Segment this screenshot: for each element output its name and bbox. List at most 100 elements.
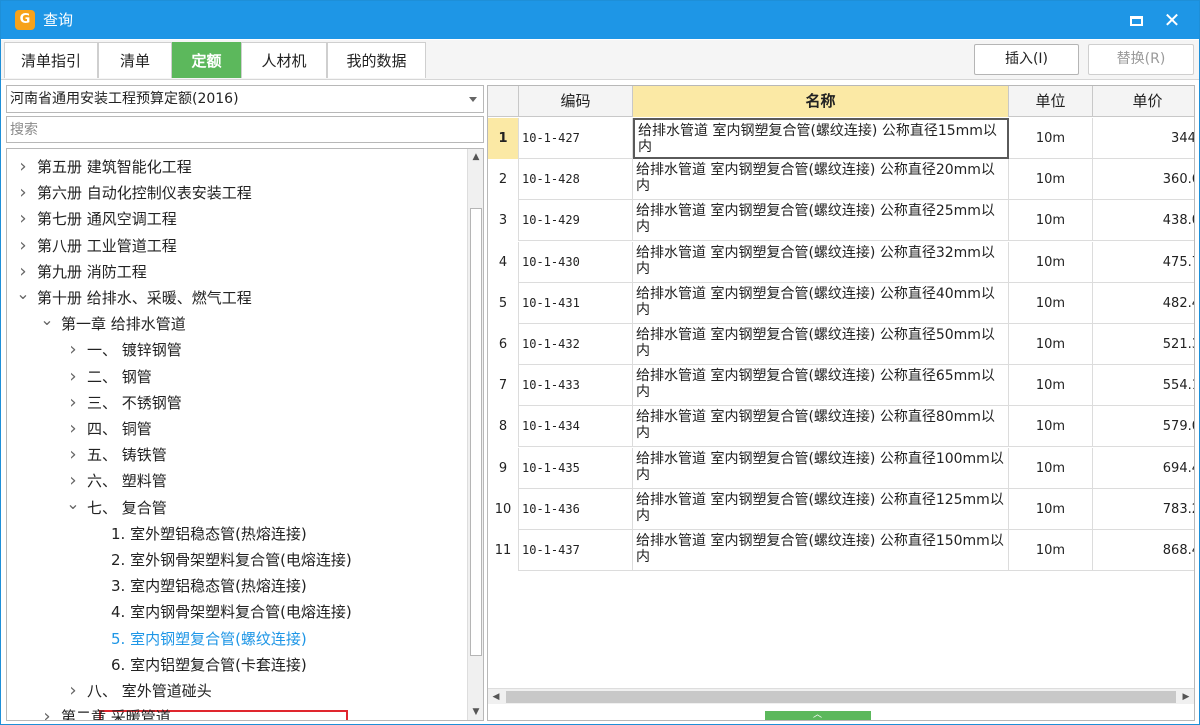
- table-horizontal-scrollbar[interactable]: ◀ ▶: [488, 688, 1194, 704]
- name-cell[interactable]: 给排水管道 室内钢塑复合管(螺纹连接) 公称直径40mm以内: [633, 282, 1009, 324]
- row-number-cell[interactable]: 8: [488, 406, 519, 448]
- scroll-up-icon[interactable]: ▲: [468, 149, 483, 165]
- code-cell[interactable]: 10-1-436: [519, 488, 633, 530]
- price-cell[interactable]: 579.0: [1093, 406, 1194, 447]
- chevron-right-icon[interactable]: ›: [65, 442, 81, 468]
- code-cell[interactable]: 10-1-434: [519, 406, 633, 448]
- header-code[interactable]: 编码: [519, 86, 633, 117]
- row-number-cell[interactable]: 11: [488, 530, 519, 571]
- tree-item[interactable]: › 第九册 消防工程: [15, 259, 146, 285]
- tree-item[interactable]: ›1. 室外塑铝稳态管(热熔连接): [89, 521, 307, 547]
- tree-item[interactable]: › 四、 铜管: [65, 416, 151, 442]
- code-cell[interactable]: 10-1-431: [519, 282, 633, 324]
- code-cell[interactable]: 10-1-428: [519, 159, 633, 201]
- code-cell[interactable]: 10-1-432: [519, 324, 633, 365]
- maximize-button[interactable]: [1127, 11, 1147, 29]
- code-cell[interactable]: 10-1-435: [519, 447, 633, 489]
- tree-item[interactable]: ›3. 室内塑铝稳态管(热熔连接): [89, 573, 307, 599]
- unit-cell[interactable]: 10m: [1009, 159, 1093, 201]
- title-bar[interactable]: G 查询 ✕: [1, 1, 1199, 39]
- tree-item[interactable]: ›5. 室内钢塑复合管(螺纹连接): [89, 626, 307, 652]
- table-row[interactable]: 2 10-1-428 给排水管道 室内钢塑复合管(螺纹连接) 公称直径20mm以内 1…: [488, 159, 1194, 201]
- tab-my-data[interactable]: 我的数据: [327, 42, 426, 78]
- table-row[interactable]: 8 10-1-434 给排水管道 室内钢塑复合管(螺纹连接) 公称直径80mm以内 1…: [488, 406, 1194, 448]
- header-price[interactable]: 单价: [1093, 86, 1194, 117]
- scroll-right-icon[interactable]: ▶: [1178, 689, 1194, 705]
- name-cell[interactable]: 给排水管道 室内钢塑复合管(螺纹连接) 公称直径100mm以内: [633, 447, 1009, 489]
- code-cell[interactable]: 10-1-429: [519, 200, 633, 242]
- unit-cell[interactable]: 10m: [1009, 488, 1093, 530]
- panel-splitter-handle[interactable]: ︿: [765, 711, 871, 720]
- scroll-down-icon[interactable]: ▼: [468, 704, 483, 720]
- header-unit[interactable]: 单位: [1009, 86, 1093, 117]
- price-cell[interactable]: 360.6: [1093, 159, 1194, 200]
- row-number-cell[interactable]: 9: [488, 447, 519, 489]
- tab-labor-material-machine[interactable]: 人材机: [241, 42, 327, 78]
- row-number-cell[interactable]: 1: [488, 118, 519, 159]
- table-row[interactable]: 9 10-1-435 给排水管道 室内钢塑复合管(螺纹连接) 公称直径100mm以内…: [488, 447, 1194, 489]
- row-number-cell[interactable]: 6: [488, 324, 519, 365]
- price-cell[interactable]: 783.2: [1093, 489, 1194, 530]
- chevron-right-icon[interactable]: ›: [39, 704, 55, 720]
- tree-item[interactable]: › 三、 不锈钢管: [65, 390, 181, 416]
- quota-library-select[interactable]: 河南省通用安装工程预算定额(2016): [6, 85, 484, 113]
- tab-quota[interactable]: 定额: [172, 42, 241, 78]
- insert-button[interactable]: 插入(I): [974, 44, 1079, 75]
- code-cell[interactable]: 10-1-427: [519, 118, 633, 159]
- code-cell[interactable]: 10-1-437: [519, 530, 633, 571]
- price-cell[interactable]: 482.4: [1093, 283, 1194, 324]
- row-number-cell[interactable]: 5: [488, 282, 519, 324]
- scrollbar-thumb[interactable]: [506, 691, 1176, 703]
- chevron-down-icon[interactable]: ⌄: [15, 281, 31, 307]
- unit-cell[interactable]: 10m: [1009, 241, 1093, 283]
- unit-cell[interactable]: 10m: [1009, 118, 1093, 159]
- tree-item[interactable]: › 八、 室外管道碰头: [65, 678, 211, 704]
- tree-item[interactable]: › 五、 铸铁管: [65, 442, 166, 468]
- unit-cell[interactable]: 10m: [1009, 406, 1093, 448]
- name-cell[interactable]: 给排水管道 室内钢塑复合管(螺纹连接) 公称直径80mm以内: [633, 406, 1009, 448]
- price-cell[interactable]: 868.4: [1093, 530, 1194, 571]
- chevron-down-icon[interactable]: ⌄: [39, 307, 55, 333]
- scrollbar-thumb[interactable]: [470, 208, 482, 656]
- tree-item[interactable]: › 第二章 采暖管道: [39, 704, 170, 720]
- replace-button[interactable]: 替换(R): [1088, 44, 1194, 75]
- row-number-cell[interactable]: 4: [488, 241, 519, 283]
- tree-item[interactable]: › 二、 钢管: [65, 364, 151, 390]
- row-number-cell[interactable]: 7: [488, 365, 519, 407]
- table-row[interactable]: 7 10-1-433 给排水管道 室内钢塑复合管(螺纹连接) 公称直径65mm以内 1…: [488, 365, 1194, 407]
- scroll-left-icon[interactable]: ◀: [488, 689, 504, 705]
- row-number-cell[interactable]: 3: [488, 200, 519, 242]
- chevron-right-icon[interactable]: ›: [65, 416, 81, 442]
- code-cell[interactable]: 10-1-430: [519, 241, 633, 283]
- name-cell[interactable]: 给排水管道 室内钢塑复合管(螺纹连接) 公称直径65mm以内: [633, 365, 1009, 407]
- tree-item[interactable]: › 一、 镀锌钢管: [65, 337, 181, 363]
- tree-item[interactable]: › 第七册 通风空调工程: [15, 206, 176, 232]
- price-cell[interactable]: 554.1: [1093, 365, 1194, 406]
- name-cell[interactable]: 给排水管道 室内钢塑复合管(螺纹连接) 公称直径15mm以内: [633, 118, 1009, 159]
- tree-item[interactable]: ⌄ 第一章 给排水管道: [39, 310, 185, 337]
- price-cell[interactable]: 521.3: [1093, 324, 1194, 365]
- unit-cell[interactable]: 10m: [1009, 365, 1093, 407]
- close-button[interactable]: ✕: [1161, 9, 1183, 31]
- chevron-right-icon[interactable]: ›: [15, 180, 31, 206]
- name-cell[interactable]: 给排水管道 室内钢塑复合管(螺纹连接) 公称直径25mm以内: [633, 200, 1009, 242]
- chevron-down-icon[interactable]: ⌄: [65, 491, 81, 517]
- name-cell[interactable]: 给排水管道 室内钢塑复合管(螺纹连接) 公称直径125mm以内: [633, 488, 1009, 530]
- unit-cell[interactable]: 10m: [1009, 530, 1093, 571]
- tree-item[interactable]: ⌄ 七、 复合管: [65, 494, 166, 521]
- name-cell[interactable]: 给排水管道 室内钢塑复合管(螺纹连接) 公称直径20mm以内: [633, 159, 1009, 201]
- table-row[interactable]: 4 10-1-430 给排水管道 室内钢塑复合管(螺纹连接) 公称直径32mm以内 1…: [488, 241, 1194, 283]
- unit-cell[interactable]: 10m: [1009, 200, 1093, 242]
- name-cell[interactable]: 给排水管道 室内钢塑复合管(螺纹连接) 公称直径150mm以内: [633, 530, 1009, 571]
- table-row[interactable]: 10 10-1-436 给排水管道 室内钢塑复合管(螺纹连接) 公称直径125mm以…: [488, 488, 1194, 530]
- row-number-cell[interactable]: 10: [488, 488, 519, 530]
- tab-bill[interactable]: 清单: [98, 42, 172, 78]
- price-cell[interactable]: 475.7: [1093, 242, 1194, 283]
- tree-item[interactable]: ›4. 室内钢骨架塑料复合管(电熔连接): [89, 599, 352, 625]
- unit-cell[interactable]: 10m: [1009, 447, 1093, 489]
- chevron-right-icon[interactable]: ›: [65, 364, 81, 390]
- chevron-right-icon[interactable]: ›: [65, 390, 81, 416]
- chevron-right-icon[interactable]: ›: [15, 206, 31, 232]
- name-cell[interactable]: 给排水管道 室内钢塑复合管(螺纹连接) 公称直径32mm以内: [633, 241, 1009, 283]
- tree-item[interactable]: › 第五册 建筑智能化工程: [15, 154, 191, 180]
